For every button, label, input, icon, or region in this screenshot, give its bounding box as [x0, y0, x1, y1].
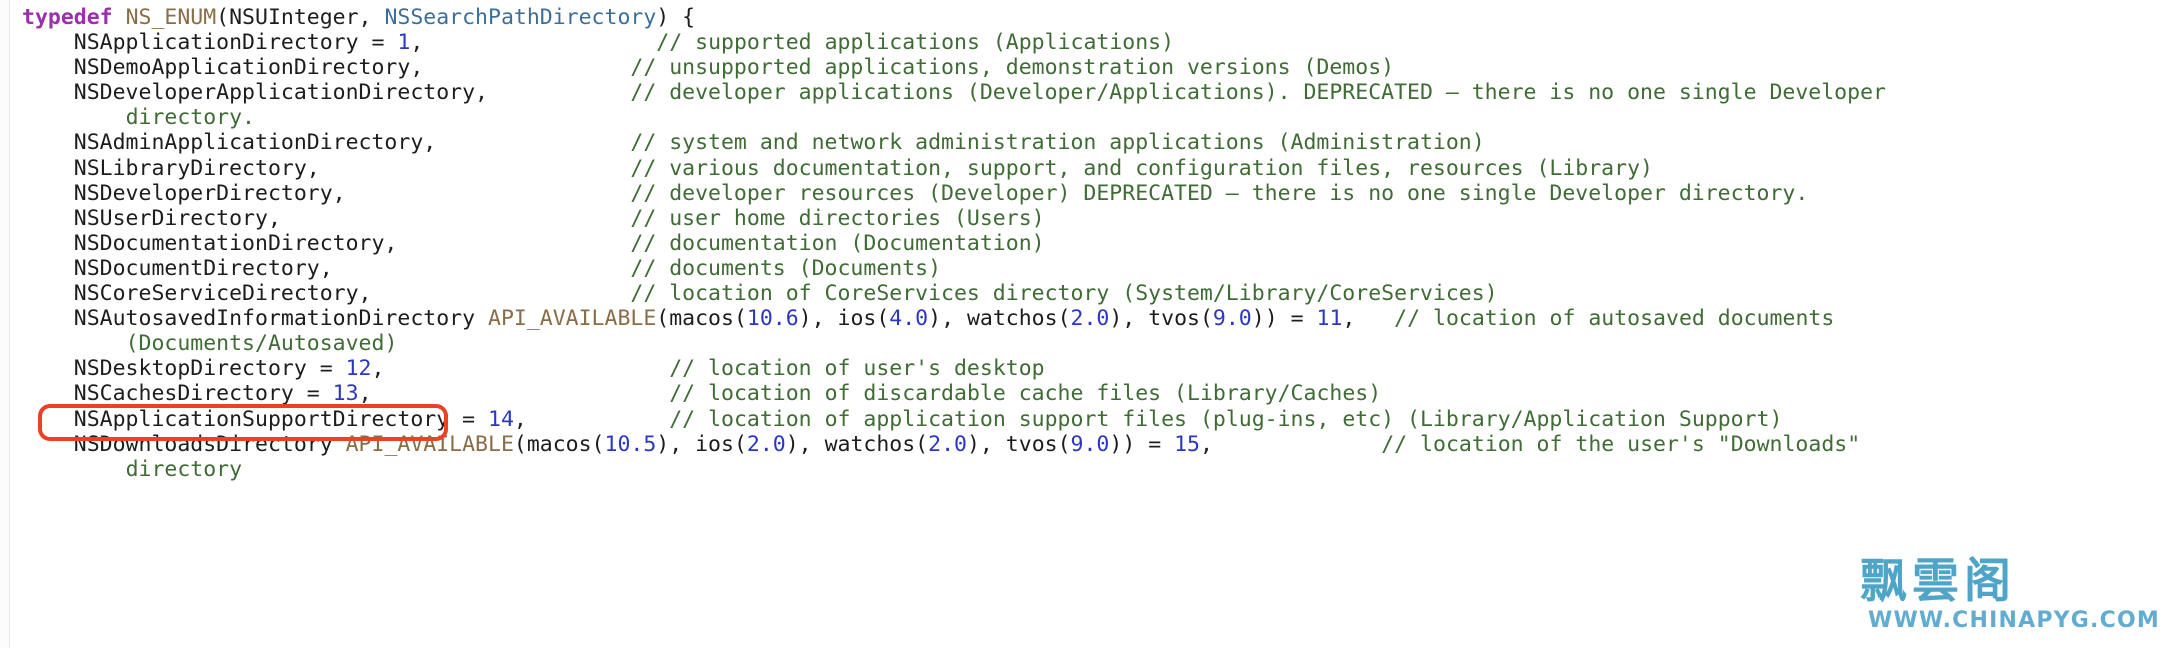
token-comment: // developer resources (Developer) DEPRE… [630, 180, 1809, 206]
token-number: 10.5 [604, 431, 657, 457]
token-number: 9.0 [1212, 306, 1252, 332]
line-developer-application-directory-cont[interactable]: directory. [22, 105, 2166, 130]
line-core-service-directory[interactable]: NSCoreServiceDirectory, // location of C… [22, 281, 2166, 306]
line-caches-directory[interactable]: NSCachesDirectory = 13, // location of d… [22, 381, 2166, 406]
token-plain: NSDeveloperDirectory, [22, 180, 631, 206]
line-autosaved-information-directory-cont[interactable]: (Documents/Autosaved) [22, 331, 2166, 356]
token-plain: NSApplicationSupportDirectory = [22, 406, 488, 432]
token-plain: , [1200, 431, 1382, 457]
token-comment: // location of user's desktop [669, 356, 1045, 382]
token-number: 4.0 [889, 306, 929, 332]
token-number: 12 [345, 356, 372, 382]
line-documentation-directory[interactable]: NSDocumentationDirectory, // documentati… [22, 231, 2166, 256]
token-macro: API_AVAILABLE [488, 306, 657, 332]
token-comment: // developer applications (Developer/App… [630, 80, 1886, 106]
line-library-directory[interactable]: NSLibraryDirectory, // various documenta… [22, 156, 2166, 181]
token-number: 1 [397, 30, 411, 56]
token-plain: (NSUInteger, [216, 5, 385, 30]
watermark-site-name: 飘雲阁 [1860, 554, 2016, 609]
token-number: 11 [1316, 306, 1343, 332]
token-plain: , [513, 406, 670, 432]
code-block[interactable]: typedef NS_ENUM(NSUInteger, NSSearchPath… [0, 0, 2166, 482]
token-comment: // supported applications (Applications) [656, 30, 1175, 56]
token-plain: , [410, 30, 657, 56]
token-number: 10.6 [746, 306, 799, 332]
watermark: 飘雲阁 WWW.CHINAPYG.COM [1842, 554, 2159, 640]
token-plain: NSDocumentationDirectory, [22, 230, 631, 256]
token-comment: // system and network administration app… [630, 130, 1485, 156]
token-keyword: typedef [22, 5, 113, 30]
token-plain: ) { [656, 5, 696, 30]
token-macro: NS_ENUM [125, 5, 217, 30]
token-type: NSSearchPathDirectory [384, 5, 657, 30]
token-macro: API_AVAILABLE [345, 431, 514, 457]
token-plain: , [358, 381, 670, 407]
token-number: 14 [488, 406, 514, 432]
line-document-directory[interactable]: NSDocumentDirectory, // documents (Docum… [22, 256, 2166, 281]
token-number: 9.0 [1070, 431, 1110, 457]
token-comment: directory. [125, 105, 256, 131]
token-number: 2.0 [928, 431, 967, 457]
token-comment: // location of the user's "Downloads" [1381, 431, 1861, 457]
token-plain: , [1342, 306, 1395, 332]
line-demo-application-directory[interactable]: NSDemoApplicationDirectory, // unsupport… [22, 55, 2166, 80]
line-application-support-directory[interactable]: NSApplicationSupportDirectory = 14, // l… [22, 407, 2166, 432]
token-plain: NSAdminApplicationDirectory, [22, 130, 631, 156]
token-plain: ), ios( [656, 431, 747, 457]
token-plain: )) = [1251, 306, 1317, 332]
token-plain: NSAutosavedInformationDirectory [22, 306, 488, 332]
token-plain: NSCoreServiceDirectory, [22, 281, 631, 307]
token-plain: NSDemoApplicationDirectory, [22, 55, 631, 81]
code-viewer: typedef NS_ENUM(NSUInteger, NSSearchPath… [0, 0, 2166, 648]
token-comment: // various documentation, support, and c… [630, 155, 1653, 181]
token-plain: (macos( [656, 306, 747, 332]
token-comment: // user home directories (Users) [630, 205, 1045, 231]
token-comment: directory [125, 456, 243, 482]
token-plain: NSDesktopDirectory = [22, 356, 346, 382]
token-plain: ), ios( [798, 306, 890, 332]
token-number: 15 [1174, 431, 1200, 457]
token-plain: NSCachesDirectory = [22, 381, 333, 407]
token-comment: // documentation (Documentation) [630, 230, 1045, 256]
line-desktop-directory[interactable]: NSDesktopDirectory = 12, // location of … [22, 356, 2166, 381]
token-plain: NSLibraryDirectory, [22, 155, 631, 181]
token-comment: // location of discardable cache files (… [669, 381, 1382, 407]
token-plain: NSApplicationDirectory = [22, 30, 398, 56]
token-plain: (macos( [513, 431, 605, 457]
token-plain: NSDocumentDirectory, [22, 255, 631, 281]
token-plain: , [371, 356, 670, 382]
token-number: 13 [332, 381, 359, 407]
line-user-directory[interactable]: NSUserDirectory, // user home directorie… [22, 206, 2166, 231]
line-typedef-open[interactable]: typedef NS_ENUM(NSUInteger, NSSearchPath… [22, 5, 2166, 30]
watermark-site-url: WWW.CHINAPYG.COM [1868, 608, 2160, 633]
token-number: 2.0 [746, 431, 786, 457]
line-admin-application-directory[interactable]: NSAdminApplicationDirectory, // system a… [22, 130, 2166, 155]
token-plain: )) = [1109, 431, 1175, 457]
line-autosaved-information-directory[interactable]: NSAutosavedInformationDirectory API_AVAI… [22, 306, 2166, 331]
line-application-directory[interactable]: NSApplicationDirectory = 1, // supported… [22, 30, 2166, 55]
token-plain: NSDownloadsDirectory [22, 431, 346, 457]
token-plain: ), watchos( [928, 306, 1071, 332]
token-comment: // location of application support files… [669, 406, 1783, 432]
token-plain: ), tvos( [1109, 306, 1213, 332]
token-comment: (Documents/Autosaved) [125, 331, 398, 357]
token-comment: // documents (Documents) [630, 255, 942, 281]
line-developer-application-directory[interactable]: NSDeveloperApplicationDirectory, // deve… [22, 80, 2166, 105]
token-plain: ), tvos( [966, 431, 1071, 457]
token-plain: NSDeveloperApplicationDirectory, [22, 80, 631, 106]
line-developer-directory[interactable]: NSDeveloperDirectory, // developer resou… [22, 181, 2166, 206]
token-plain: NSUserDirectory, [22, 205, 631, 231]
token-number: 2.0 [1070, 306, 1110, 332]
line-downloads-directory-cont[interactable]: directory [22, 457, 2166, 482]
line-downloads-directory[interactable]: NSDownloadsDirectory API_AVAILABLE(macos… [22, 432, 2166, 457]
token-comment: // location of autosaved documents [1394, 306, 1835, 332]
token-comment: // location of CoreServices directory (S… [630, 281, 1498, 307]
token-comment: // unsupported applications, demonstrati… [630, 55, 1395, 81]
token-plain: ), watchos( [785, 431, 929, 457]
